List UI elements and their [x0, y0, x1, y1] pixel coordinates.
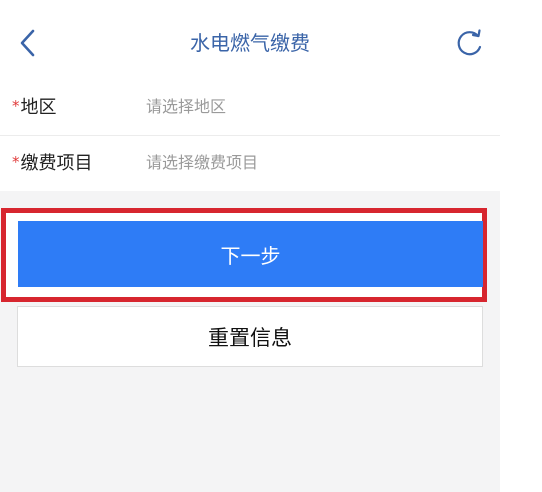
region-select[interactable]: [146, 92, 476, 120]
refresh-button[interactable]: [452, 26, 486, 60]
chevron-left-icon: [20, 29, 35, 57]
required-mark: *: [12, 153, 20, 171]
refresh-icon: [457, 29, 482, 56]
reset-info-button[interactable]: 重置信息: [17, 306, 483, 367]
page-title: 水电燃气缴费: [190, 31, 310, 55]
region-row[interactable]: *地区: [0, 80, 500, 135]
region-label-text: 地区: [20, 97, 57, 118]
payment-item-row[interactable]: *缴费项目: [0, 135, 500, 191]
region-label: *地区: [12, 92, 57, 122]
payment-item-label: *缴费项目: [12, 148, 93, 178]
payment-form: *地区 *缴费项目: [0, 80, 500, 191]
nav-bar: 水电燃气缴费: [0, 0, 500, 80]
back-button[interactable]: [14, 26, 44, 60]
next-step-button[interactable]: 下一步: [18, 221, 483, 287]
payment-item-select[interactable]: [146, 148, 476, 176]
required-mark: *: [12, 97, 20, 115]
payment-item-label-text: 缴费项目: [20, 153, 93, 174]
